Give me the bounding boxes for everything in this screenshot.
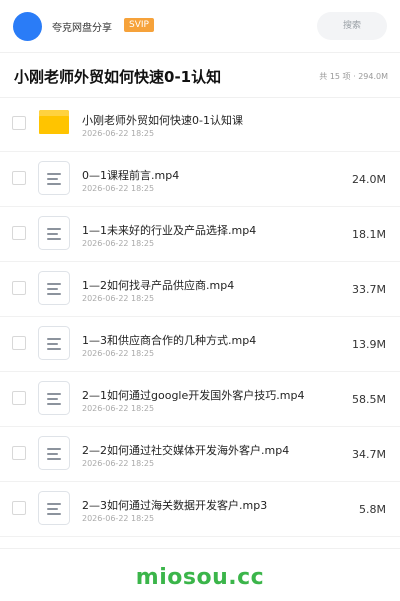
file-row[interactable]: 2—1如何通过google开发国外客户技巧.mp4 2026-06-22 18:2… [0, 373, 400, 427]
video-file-icon [38, 436, 70, 470]
file-name: 0—1课程前言.mp4 [82, 169, 180, 182]
header-bar: 夸克网盘分享 SVIP 搜索 [0, 0, 400, 53]
file-date: 2026-06-22 18:25 [82, 239, 155, 248]
video-file-icon [38, 381, 70, 415]
watermark-logo: miosou.cc [135, 565, 265, 590]
select-checkbox[interactable] [12, 501, 26, 515]
file-date: 2026-06-22 18:25 [82, 514, 155, 523]
file-row[interactable]: 小刚老师外贸如何快速0-1认知课 2026-06-22 18:25 [0, 98, 400, 152]
avatar[interactable] [13, 12, 42, 41]
file-date: 2026-06-22 18:25 [82, 349, 155, 358]
file-size: 24.0M [352, 173, 386, 186]
file-row[interactable]: 0—1课程前言.mp4 2026-06-22 18:25 24.0M [0, 153, 400, 207]
file-size: 13.9M [352, 338, 386, 351]
select-checkbox[interactable] [12, 391, 26, 405]
file-date: 2026-06-22 18:25 [82, 404, 155, 413]
file-row[interactable]: 1—1未来好的行业及产品选择.mp4 2026-06-22 18:25 18.1M [0, 208, 400, 262]
item-count-size: 共 15 项 · 294.0M [319, 72, 388, 81]
video-file-icon [38, 216, 70, 250]
folder-icon [38, 106, 70, 140]
file-list: 小刚老师外贸如何快速0-1认知课 2026-06-22 18:25 0—1课程前言.… [0, 98, 400, 538]
file-name: 1—3和供应商合作的几种方式.mp4 [82, 334, 257, 347]
file-row[interactable]: 2—3如何通过海关数据开发客户.mp3 2026-06-22 18:25 5.8M [0, 483, 400, 537]
select-checkbox[interactable] [12, 171, 26, 185]
video-file-icon [38, 161, 70, 195]
search-button[interactable]: 搜索 [317, 12, 387, 40]
file-name: 2—1如何通过google开发国外客户技巧.mp4 [82, 389, 305, 402]
file-size: 34.7M [352, 448, 386, 461]
file-date: 2026-06-22 18:25 [82, 184, 155, 193]
select-checkbox[interactable] [12, 116, 26, 130]
folder-title-row: 小刚老师外贸如何快速0-1认知 共 15 项 · 294.0M [0, 53, 400, 98]
file-size: 33.7M [352, 283, 386, 296]
file-row[interactable]: 1—3和供应商合作的几种方式.mp4 2026-06-22 18:25 13.9M [0, 318, 400, 372]
file-name: 1—1未来好的行业及产品选择.mp4 [82, 224, 257, 237]
video-file-icon [38, 271, 70, 305]
file-name: 2—2如何通过社交媒体开发海外客户.mp4 [82, 444, 290, 457]
file-size: 5.8M [359, 503, 386, 516]
file-date: 2026-06-22 18:25 [82, 294, 155, 303]
file-size: 18.1M [352, 228, 386, 241]
file-name: 小刚老师外贸如何快速0-1认知课 [82, 114, 243, 127]
file-size: 58.5M [352, 393, 386, 406]
audio-file-icon [38, 491, 70, 525]
page-title: 小刚老师外贸如何快速0-1认知 [14, 68, 222, 86]
select-checkbox[interactable] [12, 281, 26, 295]
file-name: 1—2如何找寻产品供应商.mp4 [82, 279, 235, 292]
select-checkbox[interactable] [12, 226, 26, 240]
svip-badge: SVIP [124, 18, 154, 32]
footer: miosou.cc [0, 548, 400, 601]
file-name: 2—3如何通过海关数据开发客户.mp3 [82, 499, 268, 512]
file-row[interactable]: 2—2如何通过社交媒体开发海外客户.mp4 2026-06-22 18:25 34.… [0, 428, 400, 482]
file-date: 2026-06-22 18:25 [82, 129, 155, 138]
video-file-icon [38, 326, 70, 360]
file-row[interactable]: 1—2如何找寻产品供应商.mp4 2026-06-22 18:25 33.7M [0, 263, 400, 317]
app-name: 夸克网盘分享 [52, 23, 112, 34]
select-checkbox[interactable] [12, 446, 26, 460]
select-checkbox[interactable] [12, 336, 26, 350]
file-date: 2026-06-22 18:25 [82, 459, 155, 468]
